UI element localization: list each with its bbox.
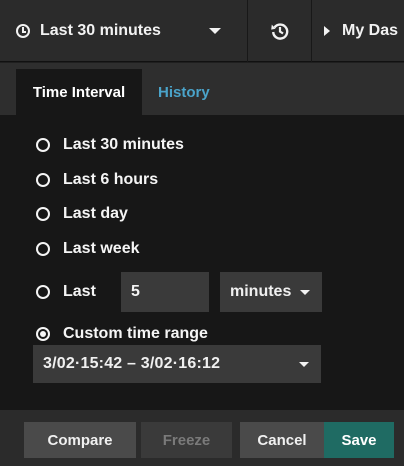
- dashboard-label: My Das: [342, 22, 399, 39]
- history-button[interactable]: [248, 0, 312, 62]
- tab-bar: Time Interval History: [0, 63, 404, 115]
- dashboard-breadcrumb[interactable]: My Das: [312, 0, 404, 62]
- compare-button[interactable]: Compare: [24, 422, 136, 458]
- clock-icon: [16, 24, 30, 38]
- freeze-button[interactable]: Freeze: [141, 422, 232, 458]
- unit-select-value: minutes: [230, 283, 292, 300]
- option-label: Last 30 minutes: [63, 136, 184, 153]
- tab-history[interactable]: History: [158, 69, 210, 115]
- save-button[interactable]: Save: [324, 422, 394, 458]
- cancel-button[interactable]: Cancel: [240, 422, 324, 458]
- radio-button-selected[interactable]: [36, 327, 50, 341]
- chevron-down-icon: [299, 362, 309, 367]
- option-label: Last: [63, 283, 96, 300]
- option-custom-time-range[interactable]: Custom time range: [36, 325, 208, 343]
- option-label: Last week: [63, 240, 140, 257]
- option-label: Last day: [63, 205, 128, 222]
- chevron-down-icon: [209, 28, 221, 34]
- tab-time-interval[interactable]: Time Interval: [16, 69, 142, 115]
- radio-button[interactable]: [36, 138, 50, 152]
- option-last-6-hours[interactable]: Last 6 hours: [36, 171, 158, 189]
- footer-actions: Compare Freeze Cancel Save: [0, 410, 404, 466]
- chevron-down-icon: [300, 289, 311, 295]
- radio-button[interactable]: [36, 285, 50, 299]
- custom-range-select[interactable]: 3/02·15:42 – 3/02·16:12: [33, 345, 321, 383]
- time-toolbar: Last 30 minutes My Das: [0, 0, 404, 62]
- time-range-dropdown[interactable]: Last 30 minutes: [0, 0, 248, 62]
- time-range-label: Last 30 minutes: [40, 22, 161, 39]
- option-last-day[interactable]: Last day: [36, 205, 128, 223]
- option-last-custom[interactable]: Last: [36, 283, 96, 301]
- option-last-30-minutes[interactable]: Last 30 minutes: [36, 136, 184, 154]
- radio-button[interactable]: [36, 242, 50, 256]
- triangle-right-icon: [324, 26, 330, 36]
- last-amount-input[interactable]: [121, 272, 209, 312]
- option-label: Custom time range: [63, 325, 208, 342]
- option-last-week[interactable]: Last week: [36, 240, 139, 258]
- radio-button[interactable]: [36, 207, 50, 221]
- time-interval-panel: Last 30 minutes Last 6 hours Last day La…: [0, 115, 404, 410]
- history-icon: [270, 23, 288, 40]
- custom-range-value: 3/02·15:42 – 3/02·16:12: [43, 355, 221, 372]
- option-label: Last 6 hours: [63, 171, 159, 188]
- unit-select[interactable]: minutes: [220, 272, 322, 312]
- radio-button[interactable]: [36, 173, 50, 187]
